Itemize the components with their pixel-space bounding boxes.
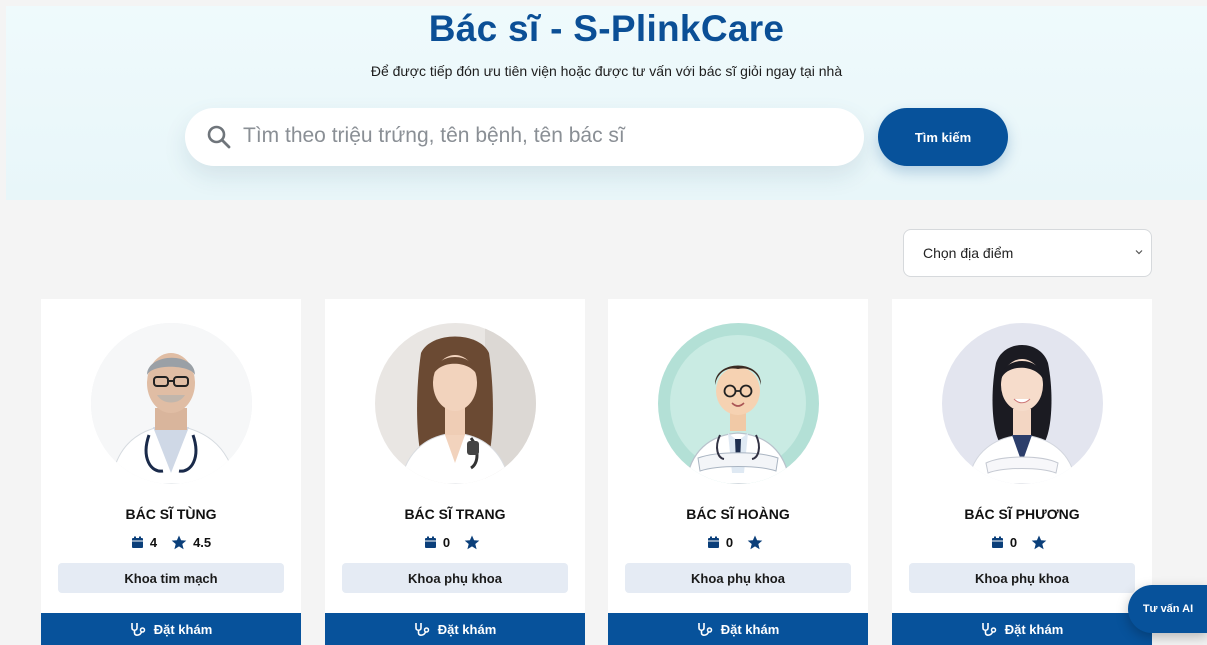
book-appointment-label: Đặt khám (437, 621, 497, 637)
hero-banner: Bác sĩ - S-PlinkCare Để được tiếp đón ưu… (6, 6, 1207, 200)
department-badge: Khoa phụ khoa (342, 563, 568, 593)
stethoscope-icon (981, 622, 996, 636)
appointment-count: 0 (1009, 534, 1018, 550)
calendar-icon (131, 536, 143, 548)
rating-value: 4.5 (193, 534, 212, 550)
page-subtitle: Để được tiếp đón ưu tiên viện hoặc được … (370, 63, 843, 79)
doctor-stats: 0 (325, 533, 585, 551)
book-appointment-label: Đặt khám (720, 621, 780, 637)
doctor-avatar (91, 323, 252, 484)
doctor-avatar (658, 323, 819, 484)
doctor-stats: 0 (608, 533, 868, 551)
doctor-avatar (942, 323, 1103, 484)
location-select[interactable]: Chọn địa điểm (903, 229, 1152, 277)
location-select-value: Chọn địa điểm (923, 245, 1014, 261)
stethoscope-icon (697, 622, 712, 636)
appointment-count: 0 (725, 534, 734, 550)
doctor-name: BÁC SĨ PHƯƠNG (964, 506, 1080, 522)
doctor-card: BÁC SĨ PHƯƠNG 0 Khoa phụ khoa Đặt khám (892, 299, 1152, 645)
chevron-down-icon (1135, 250, 1143, 255)
star-icon (747, 535, 763, 549)
doctor-name: BÁC SĨ TRANG (404, 506, 506, 522)
doctor-name: BÁC SĨ TÙNG (125, 506, 217, 522)
department-badge: Khoa phụ khoa (625, 563, 851, 593)
doctor-card: BÁC SĨ HOÀNG 0 Khoa phụ khoa Đặt khám (608, 299, 868, 645)
search-button[interactable]: Tìm kiếm (878, 108, 1008, 166)
star-icon (171, 535, 187, 549)
doctor-avatar (375, 323, 536, 484)
star-icon (1031, 535, 1047, 549)
book-appointment-button[interactable]: Đặt khám (325, 613, 585, 645)
book-appointment-button[interactable]: Đặt khám (41, 613, 301, 645)
ai-consult-button[interactable]: Tư vấn AI (1128, 585, 1207, 633)
search-icon (207, 125, 231, 149)
calendar-icon (991, 536, 1003, 548)
book-appointment-label: Đặt khám (1004, 621, 1064, 637)
book-appointment-label: Đặt khám (153, 621, 213, 637)
appointment-count: 4 (149, 534, 158, 550)
stethoscope-icon (414, 622, 429, 636)
doctor-stats: 4 4.5 (41, 533, 301, 551)
stethoscope-icon (130, 622, 145, 636)
appointment-count: 0 (442, 534, 451, 550)
star-icon (464, 535, 480, 549)
doctor-card: BÁC SĨ TRANG 0 Khoa phụ khoa Đặt khám (325, 299, 585, 645)
page-title: Bác sĩ - S-PlinkCare (428, 8, 785, 49)
doctor-card: BÁC SĨ TÙNG 4 4.5 Khoa tim mạch Đặt khám (41, 299, 301, 645)
department-badge: Khoa phụ khoa (909, 563, 1135, 593)
search-input[interactable] (243, 116, 843, 156)
book-appointment-button[interactable]: Đặt khám (892, 613, 1152, 645)
calendar-icon (707, 536, 719, 548)
doctor-name: BÁC SĨ HOÀNG (686, 506, 790, 522)
book-appointment-button[interactable]: Đặt khám (608, 613, 868, 645)
calendar-icon (424, 536, 436, 548)
doctor-stats: 0 (892, 533, 1152, 551)
department-badge: Khoa tim mạch (58, 563, 284, 593)
